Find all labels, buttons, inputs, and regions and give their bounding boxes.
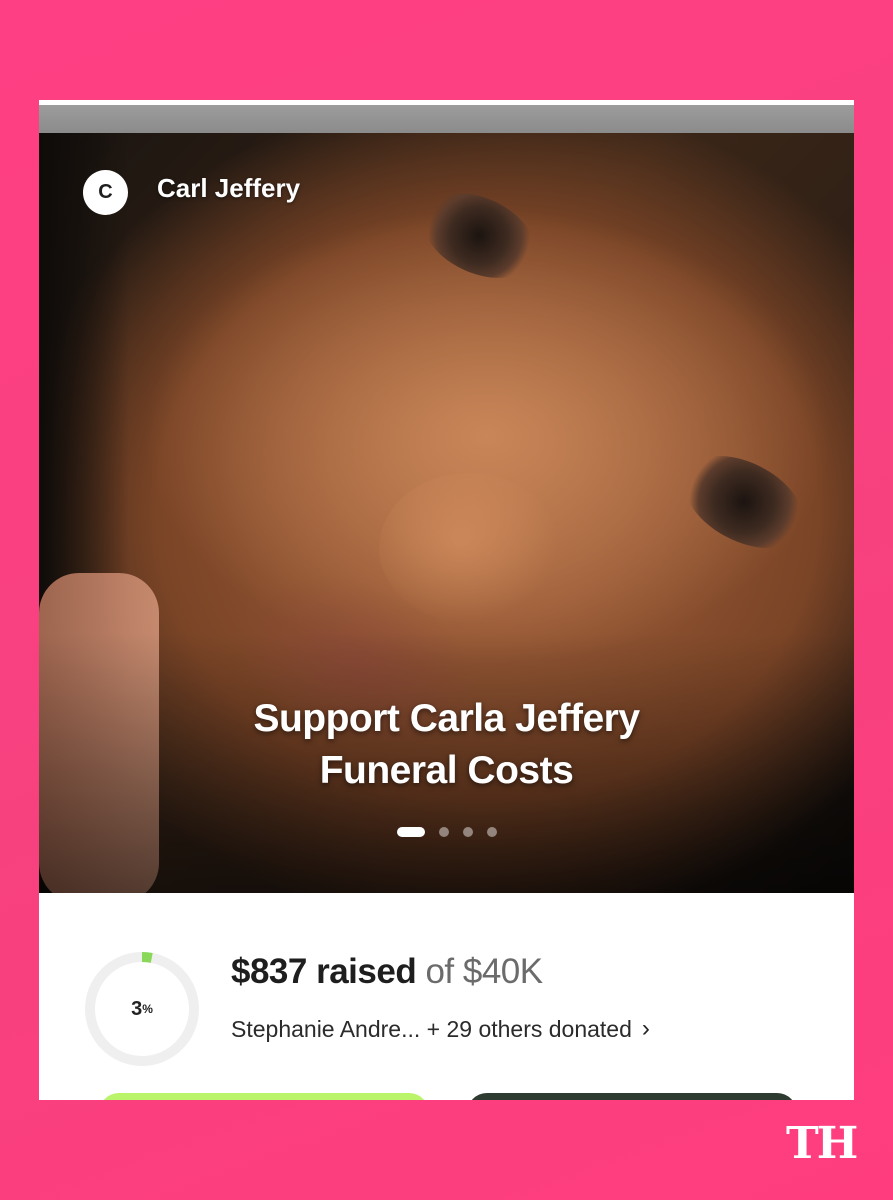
carousel-dot[interactable] bbox=[462, 827, 473, 837]
carousel-dot[interactable] bbox=[486, 827, 497, 837]
campaign-title: Support Carla Jeffery Funeral Costs bbox=[39, 693, 854, 797]
photo-eye bbox=[668, 437, 820, 567]
donate-button[interactable] bbox=[99, 1093, 429, 1100]
carousel-dot-active[interactable] bbox=[396, 827, 425, 837]
donors-link[interactable]: Stephanie Andre... + 29 others donated › bbox=[231, 1015, 650, 1043]
raised-amount: $837 raised bbox=[231, 952, 417, 991]
photo-eye bbox=[408, 176, 550, 295]
fundraiser-card: C Carl Jeffery Support Carla Jeffery Fun… bbox=[39, 100, 854, 1100]
progress-percent: 3% bbox=[83, 950, 201, 1068]
carousel-dots bbox=[39, 827, 854, 837]
campaign-title-line-1: Support Carla Jeffery bbox=[253, 697, 640, 740]
campaign-photo[interactable]: C Carl Jeffery Support Carla Jeffery Fun… bbox=[39, 133, 854, 893]
progress-percent-sign: % bbox=[142, 1002, 153, 1016]
progress-percent-value: 3 bbox=[131, 997, 143, 1020]
goal-amount: of $40K bbox=[425, 952, 543, 991]
carousel-dot[interactable] bbox=[438, 827, 449, 837]
th-logo: TH bbox=[786, 1118, 858, 1169]
chevron-right-icon: › bbox=[641, 1015, 650, 1042]
donors-text: Stephanie Andre... + 29 others donated bbox=[231, 1015, 632, 1042]
share-button[interactable] bbox=[467, 1093, 797, 1100]
status-bar bbox=[39, 105, 854, 133]
raised-summary: $837 raised of $40K bbox=[231, 952, 543, 992]
organizer-name[interactable]: Carl Jeffery bbox=[157, 173, 300, 204]
campaign-title-line-2: Funeral Costs bbox=[319, 749, 574, 792]
organizer-avatar[interactable]: C bbox=[83, 170, 128, 215]
